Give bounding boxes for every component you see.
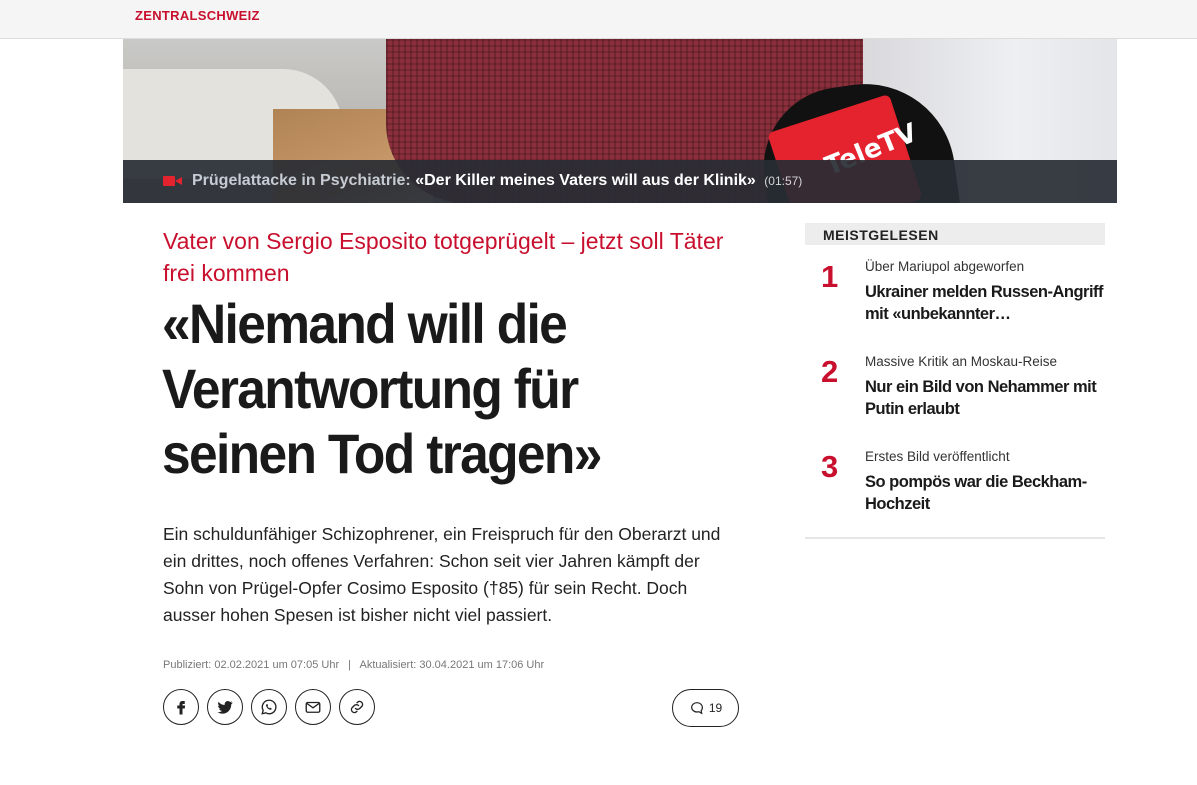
copy-link-button[interactable] <box>339 689 375 725</box>
link-icon <box>350 700 364 714</box>
article-headline: «Niemand will die Verantwortung für sein… <box>162 292 602 485</box>
item-kicker: Erstes Bild veröffentlicht <box>865 449 1010 464</box>
article-lead: Ein schuldunfähiger Schizophrener, ein F… <box>163 524 721 625</box>
video-player[interactable]: TeleTV Prügelattacke in Psychiatrie: «De… <box>123 39 1117 203</box>
facebook-share-button[interactable] <box>163 689 199 725</box>
item-title[interactable]: Nur ein Bild von Nehammer mit Putin erla… <box>865 376 1105 420</box>
meta-separator: | <box>348 659 352 671</box>
video-caption-bar[interactable]: Prügelattacke in Psychiatrie: «Der Kille… <box>123 160 1117 203</box>
email-share-button[interactable] <box>295 689 331 725</box>
article-kicker: Vater von Sergio Esposito totgeprügelt –… <box>163 228 724 286</box>
most-read-item[interactable]: 3 Erstes Bild veröffentlicht So pompös w… <box>805 435 1105 530</box>
facebook-icon <box>177 701 186 715</box>
section-brand-link[interactable]: ZENTRALSCHWEIZ <box>135 8 260 23</box>
published-date: Publiziert: 02.02.2021 um 07:05 Uhr <box>163 659 340 671</box>
whatsapp-icon <box>261 699 277 715</box>
article-meta: Publiziert: 02.02.2021 um 07:05 Uhr | Ak… <box>163 659 544 671</box>
video-category: Prügelattacke in Psychiatrie: <box>192 172 411 189</box>
video-title: «Der Killer meines Vaters will aus der K… <box>415 172 756 189</box>
sidebar-divider <box>805 537 1105 539</box>
updated-date: Aktualisiert: 30.04.2021 um 17:06 Uhr <box>359 659 545 671</box>
comment-icon <box>690 702 703 715</box>
top-bar: ZENTRALSCHWEIZ <box>0 0 1197 39</box>
twitter-icon <box>217 701 233 714</box>
twitter-share-button[interactable] <box>207 689 243 725</box>
rank-number: 1 <box>821 259 839 294</box>
whatsapp-share-button[interactable] <box>251 689 287 725</box>
sidebar-title: MEISTGELESEN <box>805 223 1105 245</box>
item-kicker: Über Mariupol abgeworfen <box>865 259 1025 274</box>
email-icon <box>305 701 321 713</box>
item-title[interactable]: Ukrainer melden Russen-Angriff mit «unbe… <box>865 281 1105 325</box>
most-read-item[interactable]: 1 Über Mariupol abgeworfen Ukrainer meld… <box>805 245 1105 340</box>
rank-number: 2 <box>821 354 839 389</box>
video-duration: (01:57) <box>764 174 803 188</box>
comment-count: 19 <box>708 701 723 715</box>
most-read-item[interactable]: 2 Massive Kritik an Moskau-Reise Nur ein… <box>805 340 1105 435</box>
video-caption[interactable]: Prügelattacke in Psychiatrie: «Der Kille… <box>192 172 802 190</box>
video-camera-icon <box>163 176 182 186</box>
rank-number: 3 <box>821 449 839 484</box>
item-kicker: Massive Kritik an Moskau-Reise <box>865 354 1058 369</box>
comments-button[interactable]: 19 <box>672 689 739 727</box>
most-read-sidebar: MEISTGELESEN 1 Über Mariupol abgeworfen … <box>805 223 1105 539</box>
item-title[interactable]: So pompös war die Beckham-Hochzeit <box>865 471 1105 515</box>
